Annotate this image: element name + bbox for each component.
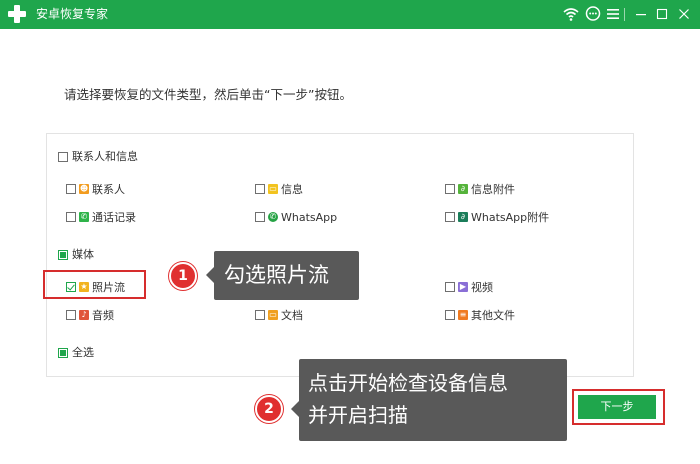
- video-checkbox[interactable]: [445, 282, 455, 292]
- title-bar: 安卓恢复专家: [0, 0, 700, 29]
- audio-checkbox[interactable]: [66, 310, 76, 320]
- audio-label: 音频: [92, 309, 114, 322]
- app-logo-icon: [8, 5, 26, 23]
- other-files-icon: ≡: [458, 310, 468, 320]
- media-section-checkbox[interactable]: [58, 250, 68, 260]
- contacts-icon: ☻: [79, 184, 89, 194]
- app-window: 安卓恢复专家 请选择要恢复的文件类型，然后单击“下一步”按钮。 联系人和信息 ☻…: [0, 0, 700, 464]
- step-1-callout: 勾选照片流: [206, 251, 359, 300]
- contacts-checkbox[interactable]: [66, 184, 76, 194]
- select-all-label: 全选: [72, 346, 94, 359]
- call-log-checkbox[interactable]: [66, 212, 76, 222]
- other-files-label: 其他文件: [471, 309, 515, 322]
- select-all-checkbox[interactable]: [58, 348, 68, 358]
- whatsapp-attachment-label: WhatsApp附件: [471, 211, 550, 224]
- message-attachment-checkbox[interactable]: [445, 184, 455, 194]
- wifi-icon[interactable]: [562, 5, 580, 23]
- video-icon: ▶: [458, 282, 468, 292]
- step-2-badge: 2: [255, 395, 283, 423]
- menu-icon[interactable]: [604, 5, 622, 23]
- video-label: 视频: [471, 281, 493, 294]
- document-icon: ▭: [268, 310, 278, 320]
- minimize-icon[interactable]: [632, 5, 650, 23]
- whatsapp-attachment-checkbox[interactable]: [445, 212, 455, 222]
- titlebar-divider: [624, 8, 625, 21]
- document-checkbox[interactable]: [255, 310, 265, 320]
- window-title: 安卓恢复专家: [36, 7, 109, 21]
- maximize-icon[interactable]: [653, 5, 671, 23]
- audio-icon: ♪: [79, 310, 89, 320]
- attachment-icon: ∂: [458, 184, 468, 194]
- step-2-callout: 点击开始检查设备信息 并开启扫描: [291, 359, 567, 441]
- callout-arrow: [206, 267, 214, 283]
- contacts-section-checkbox[interactable]: [58, 152, 68, 162]
- contacts-label: 联系人: [92, 183, 125, 196]
- message-attachment-label: 信息附件: [471, 183, 515, 196]
- callout-arrow: [291, 401, 299, 417]
- step-2-text-line1: 点击开始检查设备信息: [308, 371, 508, 395]
- chat-icon[interactable]: [584, 5, 602, 23]
- message-label: 信息: [281, 183, 303, 196]
- step-1-badge: 1: [169, 262, 197, 290]
- whatsapp-attachment-icon: ∂: [458, 212, 468, 222]
- media-section-label: 媒体: [72, 248, 94, 261]
- step-1-text: 勾选照片流: [224, 263, 329, 287]
- whatsapp-label: WhatsApp: [281, 211, 338, 224]
- whatsapp-icon: ✆: [268, 212, 278, 222]
- phone-icon: ✆: [79, 212, 89, 222]
- message-icon: ▭: [268, 184, 278, 194]
- message-checkbox[interactable]: [255, 184, 265, 194]
- instruction-text: 请选择要恢复的文件类型，然后单击“下一步”按钮。: [64, 87, 352, 102]
- next-button[interactable]: 下一步: [578, 395, 656, 419]
- whatsapp-checkbox[interactable]: [255, 212, 265, 222]
- contacts-section-label: 联系人和信息: [72, 150, 138, 163]
- photo-stream-highlight: [43, 270, 146, 299]
- document-label: 文档: [281, 309, 303, 322]
- step-2-text-line2: 并开启扫描: [308, 403, 408, 427]
- call-log-label: 通话记录: [92, 211, 136, 224]
- other-files-checkbox[interactable]: [445, 310, 455, 320]
- close-icon[interactable]: [675, 5, 693, 23]
